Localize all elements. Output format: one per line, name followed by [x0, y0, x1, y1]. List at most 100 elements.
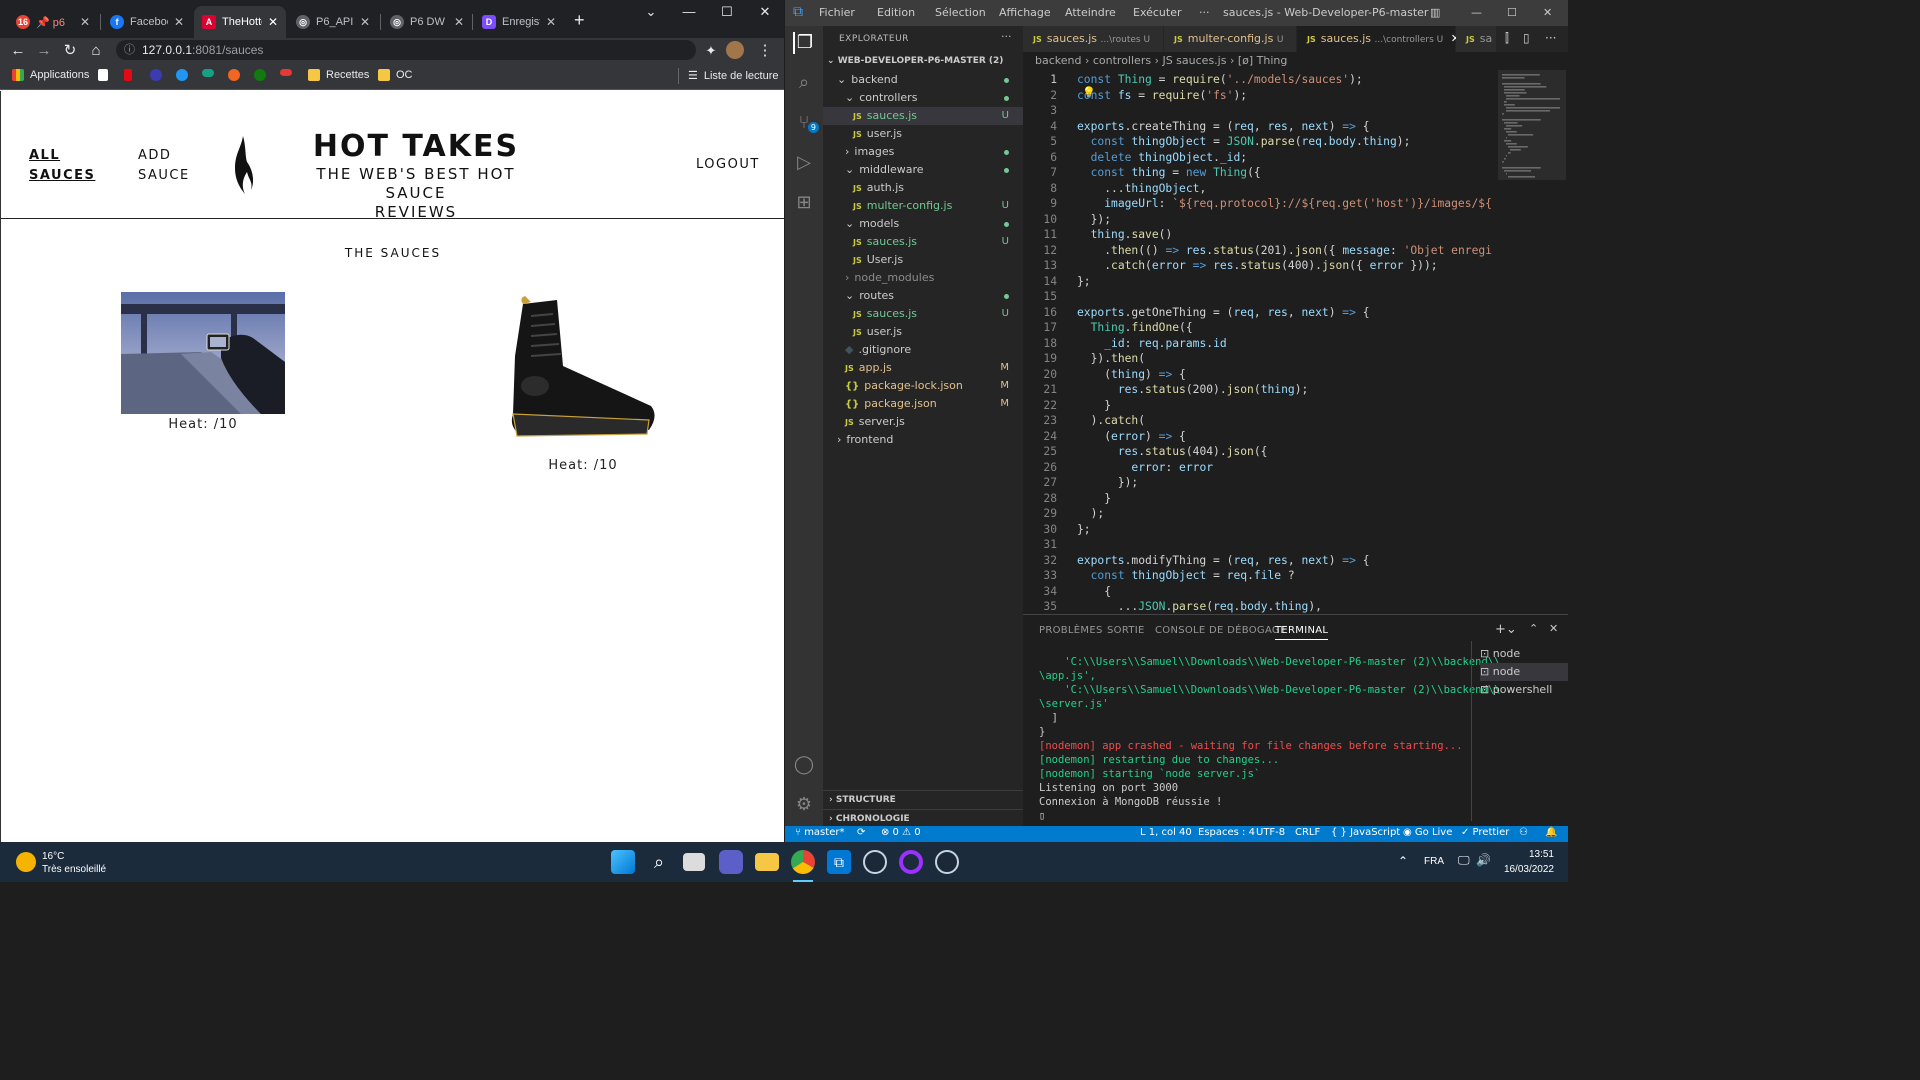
more-actions-icon[interactable]: ··· — [1545, 31, 1556, 45]
task-view-icon[interactable] — [683, 853, 705, 871]
tree-item[interactable]: ◆ .gitignore — [823, 341, 1023, 359]
tree-item[interactable]: JS app.js M — [823, 359, 1023, 377]
close-tab-icon[interactable]: ✕ — [454, 15, 464, 29]
tab-thehottest[interactable]: A TheHottest✕ — [194, 6, 286, 38]
tray-overflow-icon[interactable]: ⌃ — [1398, 854, 1408, 868]
language-mode[interactable]: { } JavaScript — [1331, 827, 1400, 838]
sauce-card-image[interactable] — [501, 296, 665, 446]
tree-item[interactable]: JS User.js — [823, 251, 1023, 269]
bookmark-recettes[interactable]: Recettes — [308, 69, 369, 81]
new-terminal-icon[interactable]: +⌄ — [1495, 622, 1517, 637]
close-tab-icon[interactable]: ✕ — [268, 15, 278, 29]
new-tab-button[interactable]: + — [574, 10, 585, 31]
problems-count[interactable]: ⊗ 0 ⚠ 0 — [881, 827, 921, 838]
steam-icon[interactable] — [863, 850, 887, 874]
sync-icon[interactable]: ⟳ — [857, 827, 865, 838]
tab-p6-api[interactable]: ◎ P6_API R✕ — [288, 6, 378, 38]
maximize-panel-icon[interactable]: ⌃ — [1529, 622, 1538, 635]
minimap[interactable] — [1498, 70, 1566, 610]
tree-item[interactable]: › frontend — [823, 431, 1023, 449]
run-debug-icon[interactable]: ▷ — [793, 152, 815, 174]
tree-item[interactable]: {} package.json M — [823, 395, 1023, 413]
git-branch[interactable]: ⑂ master* — [795, 827, 844, 838]
close-tab-icon[interactable]: ✕ — [174, 15, 184, 29]
maximize-button[interactable]: ☐ — [1507, 6, 1517, 19]
extensions-icon[interactable]: ⊞ — [793, 192, 815, 214]
nav-all-sauces[interactable]: ALL SAUCES — [29, 146, 95, 186]
back-icon[interactable]: ← — [7, 40, 29, 62]
notifications-icon[interactable]: 🔔 — [1545, 827, 1557, 838]
minimize-button[interactable]: — — [1471, 6, 1482, 19]
tab-search-icon[interactable]: ⌄ — [632, 0, 670, 26]
bookmark-1[interactable] — [98, 69, 114, 81]
close-window-button[interactable]: ✕ — [1543, 6, 1552, 19]
prettier[interactable]: ✓ Prettier — [1461, 827, 1509, 838]
forward-icon[interactable]: → — [33, 40, 55, 62]
source-control-icon[interactable]: ⑂ 9 — [793, 112, 819, 134]
close-tab-icon[interactable]: ✕ — [80, 15, 90, 29]
code-lines[interactable]: 1 const Thing = require('../models/sauces… — [1023, 72, 1493, 617]
tab-p6-dw[interactable]: ◎ P6 DW R✕ — [382, 6, 472, 38]
compare-icon[interactable]: ▯ — [1523, 31, 1530, 45]
panel-tab-output[interactable]: SORTIE — [1107, 625, 1145, 636]
line-ending[interactable]: CRLF — [1295, 827, 1320, 838]
bookmark-applications[interactable]: Applications — [12, 69, 89, 81]
encoding[interactable]: UTF-8 — [1256, 827, 1285, 838]
menu-edition[interactable]: Edition — [877, 6, 915, 19]
chrome-icon[interactable] — [791, 850, 815, 874]
tree-item[interactable]: {} package-lock.json M — [823, 377, 1023, 395]
vscode-icon[interactable]: ⧉ — [827, 850, 851, 874]
tree-item[interactable]: JS auth.js — [823, 179, 1023, 197]
reload-icon[interactable]: ↻ — [59, 40, 81, 62]
editor-tab-multer[interactable]: JS multer-config.js U — [1164, 26, 1296, 52]
avatar[interactable] — [726, 41, 744, 59]
bookmark-xbox[interactable] — [254, 69, 272, 81]
search-icon[interactable]: ⌕ — [647, 850, 671, 874]
weather-desc[interactable]: Très ensoleillé — [42, 864, 106, 875]
close-tab-icon[interactable]: ✕ — [546, 15, 556, 29]
minimize-button[interactable]: — — [670, 0, 708, 26]
tree-item[interactable]: JS sauces.js U — [823, 233, 1023, 251]
volume-icon[interactable]: 🔊 — [1476, 853, 1491, 867]
weather-icon[interactable] — [16, 852, 36, 872]
menu-affichage[interactable]: Affichage — [999, 6, 1051, 19]
tab-p6[interactable]: 16 📌 p6 ✕ — [8, 6, 98, 38]
account-icon[interactable]: ◯ — [793, 754, 815, 776]
tree-item[interactable]: ⌄ models — [823, 215, 1023, 233]
language-indicator[interactable]: FRA — [1424, 856, 1444, 867]
logout-link[interactable]: LOGOUT — [696, 155, 760, 175]
menu-selection[interactable]: Sélection — [935, 6, 986, 19]
tree-item[interactable]: ⌄ routes — [823, 287, 1023, 305]
sauce-card-image[interactable] — [121, 292, 285, 414]
bookmark-netflix[interactable] — [124, 69, 138, 81]
breadcrumb[interactable]: backend › controllers › JS sauces.js › [… — [1035, 54, 1287, 67]
tab-facebook[interactable]: f Facebook✕ — [102, 6, 192, 38]
tree-item[interactable]: JS server.js — [823, 413, 1023, 431]
settings-gear-icon[interactable]: ⚙ — [793, 794, 815, 816]
start-icon[interactable] — [611, 850, 635, 874]
info-icon[interactable]: ⓘ — [124, 40, 135, 60]
outline-structure[interactable]: › STRUCTURE — [823, 791, 1023, 809]
bookmark-6[interactable] — [228, 69, 246, 81]
explorer-icon[interactable]: ❐ — [793, 32, 815, 54]
tree-item[interactable]: ⌄ controllers — [823, 89, 1023, 107]
nav-add-sauce[interactable]: ADD SAUCE — [138, 146, 190, 186]
editor-tab-more[interactable]: JS sa — [1456, 26, 1496, 52]
menu-fichier[interactable]: Fichier — [819, 6, 855, 19]
terminal-node-1[interactable]: ⊡ node — [1480, 645, 1568, 663]
search-icon[interactable]: ⌕ — [793, 72, 815, 94]
tree-item[interactable]: JS sauces.js U — [823, 305, 1023, 323]
tree-item[interactable]: JS sauces.js U — [823, 107, 1023, 125]
close-panel-icon[interactable]: ✕ — [1549, 622, 1558, 635]
clock-time[interactable]: 13:51 — [1500, 849, 1554, 860]
address-bar[interactable]: ⓘ 127.0.0.1:8081/sauces — [116, 40, 696, 60]
go-live[interactable]: ◉ Go Live — [1403, 827, 1452, 838]
reading-list[interactable]: ☰ Liste de lecture — [688, 69, 778, 83]
steam-icon-2[interactable] — [935, 850, 959, 874]
tree-item[interactable]: › images — [823, 143, 1023, 161]
editor-tab-routes-sauces[interactable]: JS sauces.js ...\routes U — [1023, 26, 1163, 52]
more-actions-icon[interactable]: ··· — [1001, 30, 1012, 43]
menu-more[interactable]: ··· — [1199, 6, 1210, 19]
cursor-position[interactable]: L 1, col 40 — [1140, 827, 1192, 838]
clock-date[interactable]: 16/03/2022 — [1500, 864, 1554, 875]
